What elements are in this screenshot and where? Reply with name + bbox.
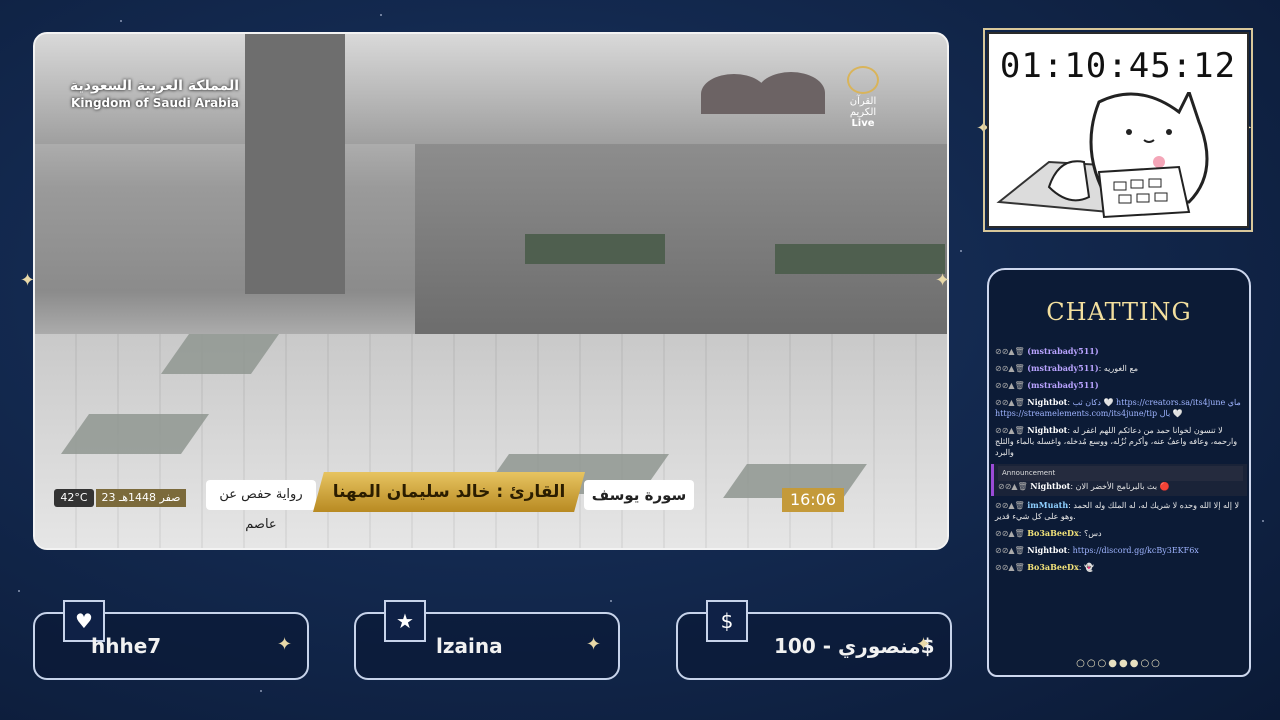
cat-keyboard-icon: [996, 92, 1209, 219]
chat-text: مع الغوريه: [1103, 364, 1138, 373]
chat-message: ⊘⊘▲🗑 Nightbot: https://discord.gg/kcBy3E…: [995, 545, 1199, 555]
chat-text: 👻: [1084, 563, 1094, 572]
emblem-icon: [847, 66, 879, 94]
mod-badges-icon: ⊘⊘▲🗑: [995, 364, 1028, 373]
riwaya-label: رواية حفص عن عاصم: [206, 480, 316, 532]
surah-label: سورة يوسف: [584, 480, 694, 510]
mod-badges-icon: ⊘⊘▲🗑: [995, 529, 1028, 538]
sparkle-icon: ✦: [935, 270, 951, 291]
star-icon: ★: [384, 600, 426, 642]
star: [18, 590, 20, 592]
mod-badges-icon: ⊘⊘▲🗑: [995, 563, 1028, 572]
dome: [757, 72, 825, 114]
chat-username[interactable]: (mstrabady511): [1027, 380, 1098, 390]
sparkle-icon: ✦: [916, 634, 932, 655]
temperature: 42°C: [54, 489, 94, 507]
chat-message-list[interactable]: ⊘⊘▲🗑 (mstrabady511) ⊘⊘▲🗑 (mstrabady511):…: [991, 344, 1247, 644]
latest-donation-card: $ منصوري - 100$ ✦: [676, 600, 952, 680]
latest-subscriber-name: lzaina: [436, 634, 503, 658]
moon-phase-dots: ○○○●●●○○: [1076, 658, 1162, 669]
latest-donation-value: منصوري - 100$: [774, 634, 935, 658]
chat-title: CHATTING: [1046, 298, 1192, 326]
green-roof: [775, 244, 945, 274]
mod-badges-icon: ⊘⊘▲🗑: [995, 347, 1028, 356]
chat-username[interactable]: Nightbot: [1027, 425, 1067, 435]
chat-username[interactable]: Nightbot: [1030, 481, 1070, 491]
chat-message: ⊘⊘▲🗑 (mstrabady511): [991, 344, 1247, 361]
chat-announcement: Announcement ⊘⊘▲🗑 Nightbot: بث بالبرنامج…: [991, 464, 1247, 496]
chat-message: ⊘⊘▲🗑 Bo3aBeeDx: 👻: [995, 562, 1094, 572]
countdown-timer: 01:10:45:12: [999, 46, 1237, 86]
chat-text: بث بالبرنامج الأخضر الان 🔴: [1075, 482, 1170, 491]
mod-badges-icon: ⊘⊘▲🗑: [995, 398, 1028, 407]
mod-badges-icon: ⊘⊘▲🗑: [995, 426, 1028, 435]
sparkle-icon: ✦: [586, 634, 602, 655]
chat-text: https://discord.gg/kcBy3EKF6x: [1072, 546, 1199, 555]
sparkle-icon: ✦: [277, 634, 293, 655]
chat-text: دس؟: [1084, 529, 1102, 538]
chat-message: ⊘⊘▲🗑 (mstrabady511): [991, 378, 1247, 395]
star: [120, 20, 122, 22]
sparkle-icon: ✦: [20, 270, 36, 291]
country-name-arabic: المملكة العربية السعودية: [70, 78, 239, 94]
clock-tower: [245, 34, 345, 294]
channel-logo: القرآن الكريم Live: [837, 66, 889, 129]
chat-panel: CHATTING ⊘⊘▲🗑 (mstrabady511) ⊘⊘▲🗑 (mstra…: [987, 268, 1251, 677]
chat-username[interactable]: Bo3aBeeDx: [1027, 528, 1079, 538]
chat-username[interactable]: imMuath: [1027, 500, 1068, 510]
latest-follower-card: ♥ hhhe7 ✦: [33, 600, 309, 680]
chat-message: ⊘⊘▲🗑 Nightbot: دكان ثب 🤍 https://creator…: [995, 397, 1241, 418]
star: [1262, 520, 1264, 522]
mod-badges-icon: ⊘⊘▲🗑: [995, 501, 1028, 510]
mod-badges-icon: ⊘⊘▲🗑: [995, 381, 1028, 390]
chat-message: ⊘⊘▲🗑 Nightbot: لا تنسون لخوانا حمد من دع…: [995, 425, 1238, 457]
mod-badges-icon: ⊘⊘▲🗑: [998, 482, 1031, 491]
stream-clock: 16:06: [782, 488, 844, 512]
mod-badges-icon: ⊘⊘▲🗑: [995, 546, 1028, 555]
star: [260, 690, 262, 692]
latest-follower-name: hhhe7: [91, 634, 162, 658]
chat-message: ⊘⊘▲🗑 (mstrabady511): مع الغوريه: [995, 363, 1138, 373]
timer-card: 01:10:45:12: [983, 28, 1253, 232]
channel-name: القرآن الكريم: [849, 96, 877, 118]
chat-username[interactable]: Bo3aBeeDx: [1027, 562, 1079, 572]
announcement-label: Announcement: [998, 466, 1243, 481]
star: [380, 14, 382, 16]
dollar-icon: $: [706, 600, 748, 642]
chat-username[interactable]: Nightbot: [1027, 397, 1067, 407]
reciter-label: القارئ : خالد سليمان المهنا: [313, 472, 585, 512]
green-roof: [525, 234, 665, 264]
chat-message: ⊘⊘▲🗑 Bo3aBeeDx: دس؟: [995, 528, 1102, 538]
star: [610, 600, 612, 602]
star: [960, 250, 962, 252]
chat-username[interactable]: Nightbot: [1027, 545, 1067, 555]
chat-username[interactable]: (mstrabady511): [1027, 363, 1098, 373]
chat-username[interactable]: (mstrabady511): [1027, 346, 1098, 356]
country-name-english: Kingdom of Saudi Arabia: [71, 96, 239, 110]
hijri-date: 23 صفر 1448هـ: [96, 489, 186, 507]
live-label: Live: [851, 118, 875, 129]
latest-subscriber-card: ★ lzaina ✦: [354, 600, 620, 680]
chat-message: ⊘⊘▲🗑 imMuath: لا إله إلا الله وحده لا شر…: [995, 500, 1240, 521]
